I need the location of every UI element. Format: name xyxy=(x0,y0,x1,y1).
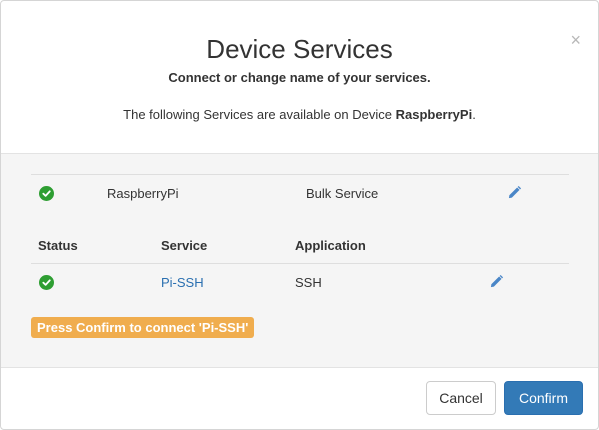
header-service: Service xyxy=(161,238,208,253)
header-status: Status xyxy=(38,238,78,253)
header-application: Application xyxy=(295,238,366,253)
status-ok-icon xyxy=(39,186,54,201)
device-row: RaspberryPi Bulk Service xyxy=(31,174,569,212)
device-services-modal: × Device Services Connect or change name… xyxy=(0,0,599,430)
description-prefix: The following Services are available on … xyxy=(123,107,396,122)
device-name: RaspberryPi xyxy=(395,107,473,122)
modal-subtitle: Connect or change name of your services. xyxy=(168,70,431,85)
device-name-cell: RaspberryPi xyxy=(107,186,179,201)
table-row: Pi-SSH SSH xyxy=(31,263,569,301)
modal-header: Device Services Connect or change name o… xyxy=(1,1,598,153)
service-application: SSH xyxy=(295,275,322,290)
service-name-link[interactable]: Pi-SSH xyxy=(161,275,204,290)
edit-device-pencil-icon[interactable] xyxy=(507,185,522,203)
modal-title: Device Services xyxy=(206,34,393,64)
modal-description: The following Services are available on … xyxy=(1,107,598,122)
edit-service-pencil-icon[interactable] xyxy=(489,274,504,292)
modal-body: RaspberryPi Bulk Service Status Service … xyxy=(1,153,598,368)
status-ok-icon xyxy=(39,275,54,290)
confirm-notice-badge: Press Confirm to connect 'Pi-SSH' xyxy=(31,317,255,338)
cancel-button[interactable]: Cancel xyxy=(426,381,496,415)
description-suffix: . xyxy=(472,107,476,122)
confirm-button[interactable]: Confirm xyxy=(504,381,583,415)
device-service-type: Bulk Service xyxy=(306,186,379,201)
modal-footer: Cancel Confirm xyxy=(1,367,598,429)
